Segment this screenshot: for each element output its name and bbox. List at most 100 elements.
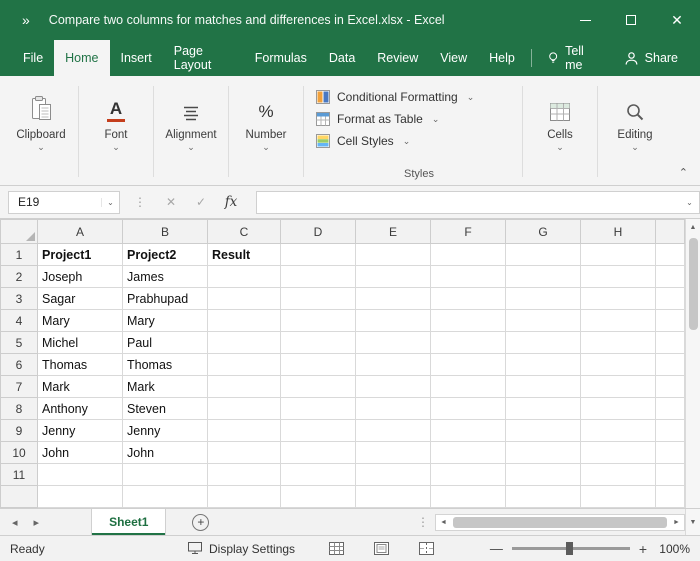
cell[interactable] — [356, 266, 431, 288]
enter-button[interactable]: ✓ — [186, 195, 216, 209]
column-header[interactable]: H — [581, 220, 656, 244]
cell[interactable] — [208, 310, 281, 332]
tab-help[interactable]: Help — [478, 40, 526, 76]
cell[interactable] — [208, 398, 281, 420]
zoom-slider-thumb[interactable] — [566, 542, 573, 555]
cell[interactable] — [38, 464, 123, 486]
cell[interactable] — [123, 486, 208, 508]
cell[interactable] — [506, 398, 581, 420]
formula-input[interactable] — [256, 191, 680, 214]
zoom-in-button[interactable]: + — [639, 541, 647, 557]
cell[interactable]: Project2 — [123, 244, 208, 266]
cell[interactable] — [581, 420, 656, 442]
cell[interactable] — [581, 354, 656, 376]
cell[interactable] — [656, 244, 685, 266]
close-button[interactable]: ✕ — [654, 0, 700, 40]
cell[interactable] — [581, 266, 656, 288]
font-group-button[interactable]: A Font ⌄ — [79, 78, 153, 185]
cell[interactable] — [431, 354, 506, 376]
cell[interactable]: Mary — [123, 310, 208, 332]
cell[interactable] — [656, 332, 685, 354]
cell[interactable] — [431, 420, 506, 442]
share-button[interactable]: Share — [608, 40, 694, 76]
cell[interactable] — [581, 398, 656, 420]
cell[interactable] — [581, 442, 656, 464]
page-break-view-icon[interactable] — [419, 542, 434, 555]
cell[interactable]: Thomas — [123, 354, 208, 376]
cell[interactable] — [506, 464, 581, 486]
row-header[interactable]: 2 — [1, 266, 38, 288]
column-header[interactable]: A — [38, 220, 123, 244]
cell[interactable] — [208, 266, 281, 288]
row-header[interactable]: 1 — [1, 244, 38, 266]
cell[interactable] — [281, 486, 356, 508]
cell[interactable]: Joseph — [38, 266, 123, 288]
cell[interactable]: Paul — [123, 332, 208, 354]
tab-page-layout[interactable]: Page Layout — [163, 40, 244, 76]
vertical-scrollbar-thumb[interactable] — [689, 238, 698, 330]
cell[interactable] — [656, 266, 685, 288]
cell[interactable] — [506, 376, 581, 398]
cell[interactable]: Michel — [38, 332, 123, 354]
cell[interactable] — [506, 288, 581, 310]
clipboard-group-button[interactable]: Clipboard ⌄ — [4, 78, 78, 185]
cell[interactable] — [281, 332, 356, 354]
cell[interactable] — [38, 486, 123, 508]
cell[interactable] — [431, 464, 506, 486]
cell[interactable] — [506, 486, 581, 508]
page-layout-view-icon[interactable] — [374, 542, 389, 555]
cell[interactable] — [506, 244, 581, 266]
insert-function-button[interactable]: fx — [216, 194, 246, 210]
format-as-table-button[interactable]: Format as Table ⌄ — [316, 108, 439, 130]
cell[interactable]: Result — [208, 244, 281, 266]
cell[interactable] — [208, 464, 281, 486]
cell[interactable]: Jenny — [38, 420, 123, 442]
column-header[interactable]: G — [506, 220, 581, 244]
cell[interactable] — [581, 288, 656, 310]
cell[interactable] — [356, 376, 431, 398]
cell[interactable] — [656, 420, 685, 442]
cell[interactable] — [208, 288, 281, 310]
cell-styles-button[interactable]: Cell Styles ⌄ — [316, 130, 410, 152]
cell[interactable] — [123, 464, 208, 486]
cell[interactable] — [431, 244, 506, 266]
cell[interactable]: Prabhupad — [123, 288, 208, 310]
cell[interactable] — [506, 266, 581, 288]
cell[interactable]: John — [123, 442, 208, 464]
number-group-button[interactable]: % Number ⌄ — [229, 78, 303, 185]
cell[interactable] — [656, 486, 685, 508]
column-header[interactable]: D — [281, 220, 356, 244]
cell[interactable] — [431, 288, 506, 310]
zoom-out-button[interactable]: — — [490, 541, 503, 556]
row-header[interactable]: 7 — [1, 376, 38, 398]
row-header[interactable]: 8 — [1, 398, 38, 420]
cell[interactable] — [656, 310, 685, 332]
cell[interactable] — [506, 420, 581, 442]
cell[interactable] — [356, 398, 431, 420]
previous-sheet-icon[interactable]: ◂ — [12, 516, 18, 529]
next-sheet-icon[interactable]: ▸ — [34, 516, 40, 529]
conditional-formatting-button[interactable]: Conditional Formatting ⌄ — [316, 86, 474, 108]
column-header[interactable]: B — [123, 220, 208, 244]
cell[interactable]: Mark — [123, 376, 208, 398]
expand-formula-bar-button[interactable]: ⌄ — [680, 191, 700, 214]
column-header[interactable]: F — [431, 220, 506, 244]
cell[interactable] — [581, 464, 656, 486]
cell[interactable] — [208, 486, 281, 508]
cell[interactable]: Sagar — [38, 288, 123, 310]
cell[interactable] — [356, 288, 431, 310]
tell-me-button[interactable]: Tell me — [537, 40, 608, 76]
cell[interactable] — [581, 310, 656, 332]
add-sheet-button[interactable]: + — [192, 514, 209, 531]
cell[interactable]: Jenny — [123, 420, 208, 442]
cell[interactable] — [506, 310, 581, 332]
cell[interactable] — [208, 376, 281, 398]
cell[interactable] — [356, 244, 431, 266]
cell[interactable] — [208, 420, 281, 442]
cell[interactable] — [281, 464, 356, 486]
cell[interactable] — [656, 288, 685, 310]
collapse-ribbon-button[interactable]: ⌃ — [679, 166, 688, 179]
cell[interactable] — [208, 354, 281, 376]
cell[interactable] — [281, 442, 356, 464]
cell[interactable] — [581, 486, 656, 508]
